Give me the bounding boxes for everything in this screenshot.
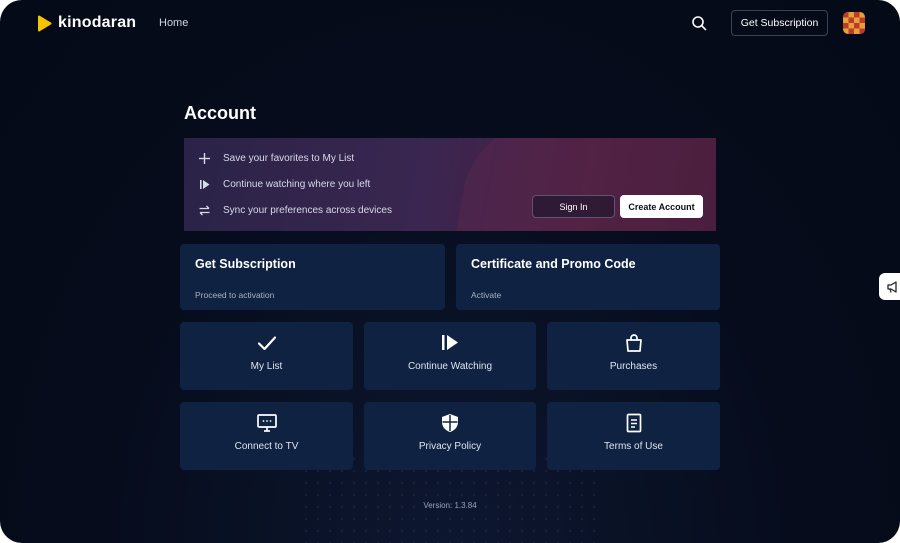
megaphone-icon bbox=[887, 280, 897, 293]
perk-text: Continue watching where you left bbox=[223, 179, 371, 190]
avatar[interactable] bbox=[843, 12, 865, 34]
card-title: Certificate and Promo Code bbox=[471, 257, 636, 271]
tile-continue-watching[interactable]: Continue Watching bbox=[364, 322, 536, 390]
tile-purchases[interactable]: Purchases bbox=[547, 322, 720, 390]
get-subscription-card[interactable]: Get Subscription Proceed to activation bbox=[180, 244, 445, 310]
play-icon bbox=[442, 335, 458, 350]
tile-label: Terms of Use bbox=[604, 441, 663, 452]
check-icon bbox=[257, 336, 276, 351]
nav-home[interactable]: Home bbox=[159, 17, 188, 29]
tile-label: Connect to TV bbox=[234, 441, 299, 452]
bag-icon bbox=[625, 334, 642, 352]
feedback-button[interactable] bbox=[879, 273, 900, 300]
sync-icon bbox=[199, 205, 210, 216]
tile-label: My List bbox=[250, 361, 283, 372]
page-title: Account bbox=[184, 103, 256, 123]
tile-privacy-policy[interactable]: Privacy Policy bbox=[364, 402, 536, 470]
tile-connect-to-tv[interactable]: Connect to TV bbox=[180, 402, 353, 470]
card-title: Get Subscription bbox=[195, 257, 296, 271]
tile-label: Continue Watching bbox=[407, 361, 493, 372]
avatar-pattern-icon bbox=[843, 12, 865, 34]
tile-my-list[interactable]: My List bbox=[180, 322, 353, 390]
app-window: kinodaran Home Get Subscription Account bbox=[0, 0, 900, 543]
tile-terms-of-use[interactable]: Terms of Use bbox=[547, 402, 720, 470]
logo[interactable]: kinodaran bbox=[37, 14, 136, 32]
logo-mark-icon bbox=[38, 15, 52, 31]
app-version: Version: 1.3.84 bbox=[423, 501, 477, 510]
perk-item: Sync your preferences across devices bbox=[198, 204, 392, 217]
sign-in-button[interactable]: Sign In bbox=[532, 195, 615, 218]
card-subtitle: Proceed to activation bbox=[195, 290, 275, 300]
perk-item: Save your favorites to My List bbox=[198, 152, 354, 165]
perk-item: Continue watching where you left bbox=[198, 178, 370, 191]
play-icon bbox=[200, 180, 210, 189]
tile-label: Privacy Policy bbox=[418, 441, 482, 452]
document-icon bbox=[626, 413, 641, 433]
tv-icon bbox=[256, 414, 277, 432]
sign-in-banner: Save your favorites to My List Continue … bbox=[184, 138, 716, 231]
search-icon[interactable] bbox=[691, 15, 707, 31]
create-account-button[interactable]: Create Account bbox=[620, 195, 703, 218]
shield-icon bbox=[442, 414, 458, 432]
perk-text: Sync your preferences across devices bbox=[223, 205, 392, 216]
card-subtitle: Activate bbox=[471, 290, 502, 300]
plus-icon bbox=[199, 153, 210, 164]
promo-code-card[interactable]: Certificate and Promo Code Activate bbox=[456, 244, 720, 310]
get-subscription-button[interactable]: Get Subscription bbox=[731, 10, 828, 36]
logo-text: kinodaran bbox=[58, 14, 137, 31]
perk-text: Save your favorites to My List bbox=[223, 153, 355, 164]
tile-label: Purchases bbox=[609, 361, 658, 372]
